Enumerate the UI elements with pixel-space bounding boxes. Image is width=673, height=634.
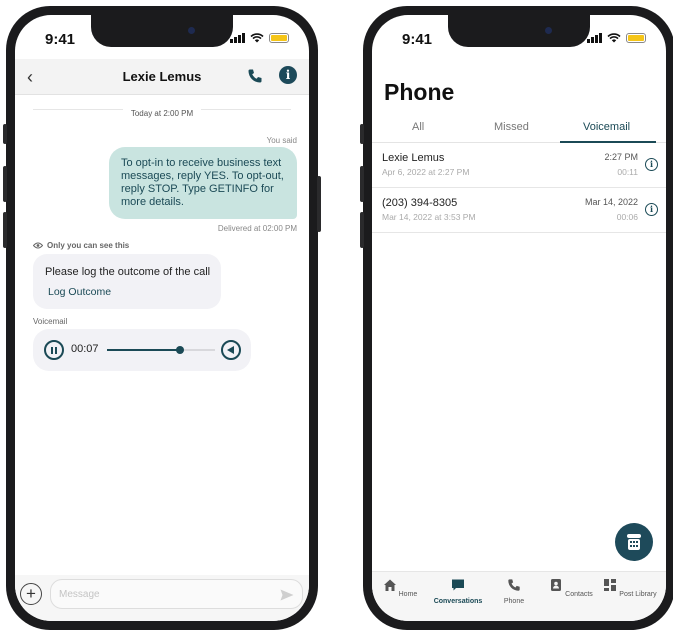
you-said-label: You said (266, 136, 297, 145)
message-input[interactable]: Message (50, 579, 303, 609)
voicemail-player: 00:07 (33, 329, 251, 371)
call-icon[interactable] (247, 68, 263, 84)
voicemail-duration: 00:06 (616, 212, 638, 222)
voicemail-duration: 00:11 (617, 167, 638, 177)
signal-icon (230, 33, 245, 43)
phone-icon (508, 579, 520, 591)
dialpad-phone-icon (627, 534, 641, 550)
only-you-text: Only you can see this (47, 241, 130, 250)
voicemail-time: Mar 14, 2022 (584, 197, 638, 207)
chat-icon (452, 579, 464, 591)
status-time-right: 9:41 (402, 31, 433, 48)
chat-header: ‹ Lexie Lemus i (15, 59, 309, 95)
voicemail-time: 2:27 PM (604, 152, 638, 162)
send-icon[interactable] (280, 589, 294, 601)
contact-name: Lexie Lemus (122, 69, 202, 84)
tab-all[interactable]: All (412, 121, 424, 133)
phone-screen: 9:41 Phone All Missed Voicemail Lexie Le… (372, 15, 666, 621)
info-icon[interactable]: i (645, 158, 658, 171)
tabbar-post-library[interactable]: Post Library (602, 578, 658, 598)
pause-icon[interactable] (44, 340, 64, 360)
battery-icon (626, 33, 646, 43)
signal-icon (587, 33, 602, 43)
delivered-status: Delivered at 02:00 PM (217, 224, 297, 233)
tabbar-home[interactable]: Home (380, 578, 420, 598)
info-icon[interactable]: i (279, 66, 297, 84)
wifi-icon (607, 33, 621, 43)
eye-icon (33, 242, 43, 249)
phone-tabs: All Missed Voicemail (372, 113, 666, 143)
phone-frame-voicemail: 9:41 Phone All Missed Voicemail Lexie Le… (360, 6, 673, 630)
message-placeholder: Message (59, 589, 100, 600)
voicemail-date: Apr 6, 2022 at 2:27 PM (382, 167, 470, 177)
tab-missed[interactable]: Missed (494, 121, 529, 133)
voicemail-caller: (203) 394-8305 (382, 197, 458, 209)
note-text: Please log the outcome of the call (45, 266, 211, 278)
phone-frame-chat: 9:41 ‹ Lexie Lemus i Today at 2:00 PM Yo… (3, 6, 321, 630)
page-title: Phone (384, 79, 455, 105)
log-outcome-link[interactable]: Log Outcome (48, 286, 111, 298)
dialpad-button[interactable] (615, 523, 653, 561)
voicemail-time: 00:07 (71, 343, 99, 355)
message-composer: + Message (15, 575, 309, 621)
grid-icon (604, 579, 617, 591)
progress-handle[interactable] (176, 346, 185, 354)
outgoing-message: To opt-in to receive business text messa… (109, 147, 297, 219)
status-time: 9:41 (45, 31, 76, 48)
chat-screen: 9:41 ‹ Lexie Lemus i Today at 2:00 PM Yo… (15, 15, 309, 621)
note-bubble: Please log the outcome of the call Log O… (33, 254, 221, 309)
voicemail-progress[interactable] (107, 346, 215, 354)
speaker-icon[interactable] (221, 340, 241, 360)
battery-icon (269, 33, 289, 43)
active-tab-indicator (560, 141, 656, 143)
tabbar-contacts[interactable]: Contacts (549, 578, 593, 598)
voicemail-label: Voicemail (33, 317, 68, 326)
date-divider: Today at 2:00 PM (122, 109, 202, 118)
bottom-tab-bar: Home Conversations Phone Contacts Post L… (372, 571, 666, 621)
tabbar-phone[interactable]: Phone (496, 578, 532, 605)
private-note-label: Only you can see this (33, 241, 129, 250)
tabbar-conversations[interactable]: Conversations (428, 578, 488, 605)
tab-voicemail[interactable]: Voicemail (583, 121, 630, 133)
info-icon[interactable]: i (645, 203, 658, 216)
contacts-icon (551, 579, 562, 591)
add-attachment-icon[interactable]: + (20, 583, 42, 605)
wifi-icon (250, 33, 264, 43)
home-icon (383, 579, 396, 591)
voicemail-date: Mar 14, 2022 at 3:53 PM (382, 212, 476, 222)
voicemail-row[interactable]: Lexie Lemus Apr 6, 2022 at 2:27 PM 2:27 … (372, 144, 666, 188)
voicemail-caller: Lexie Lemus (382, 152, 445, 164)
voicemail-row[interactable]: (203) 394-8305 Mar 14, 2022 at 3:53 PM M… (372, 189, 666, 233)
